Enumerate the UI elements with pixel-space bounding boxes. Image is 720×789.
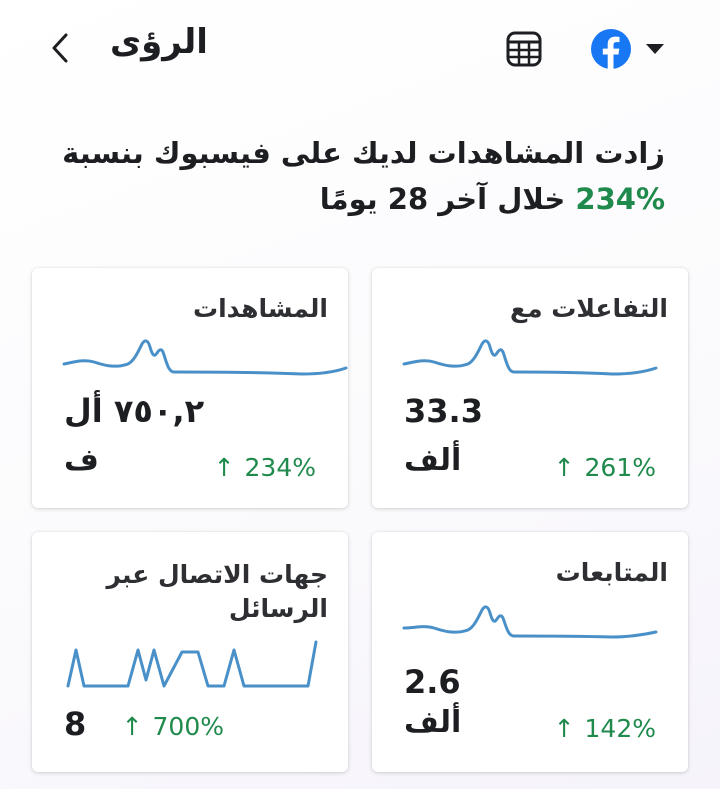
sparkline-message-contacts bbox=[66, 640, 318, 688]
summary-line-1: زادت المشاهدات لديك على فيسبوك بنسبة bbox=[62, 136, 665, 170]
summary-headline: زادت المشاهدات لديك على فيسبوك بنسبة 234… bbox=[40, 130, 665, 222]
metric-change: ↑ 700% bbox=[121, 712, 224, 741]
card-follows[interactable]: المتابعات 2.6 ألف ↑ 142% bbox=[372, 532, 688, 772]
metric-change: ↑ 261% bbox=[553, 453, 656, 482]
facebook-icon bbox=[591, 29, 631, 69]
arrow-up-icon: ↑ bbox=[121, 712, 143, 741]
card-views[interactable]: المشاهدات ٧٥٠,٢ أل ف ↑ 234% bbox=[32, 268, 348, 508]
metric-value: 8 bbox=[64, 705, 87, 743]
metric-unit: ألف bbox=[404, 443, 462, 478]
summary-line-2: 234% خلال آخر 28 يومًا bbox=[40, 176, 665, 222]
page-title: الرؤى bbox=[110, 22, 208, 62]
card-title: المتابعات bbox=[555, 558, 668, 587]
metric-value: 2.6 bbox=[404, 663, 461, 701]
metric-change: ↑ 234% bbox=[213, 453, 316, 482]
chevron-left-icon bbox=[52, 33, 68, 63]
table-icon bbox=[506, 31, 542, 67]
card-message-contacts[interactable]: جهات الاتصال عبر الرسائل 8 ↑ 700% bbox=[32, 532, 348, 772]
metric-unit: ف bbox=[64, 443, 99, 478]
caret-down-icon bbox=[646, 44, 664, 54]
arrow-up-icon: ↑ bbox=[553, 453, 575, 482]
arrow-up-icon: ↑ bbox=[553, 714, 575, 743]
card-title: جهات الاتصال عبر الرسائل bbox=[106, 560, 328, 623]
sparkline-interactions bbox=[402, 339, 658, 376]
card-title: المشاهدات bbox=[192, 294, 328, 323]
metric-change: ↑ 142% bbox=[553, 714, 656, 743]
card-interactions[interactable]: التفاعلات مع 33.3 ألف ↑ 261% bbox=[372, 268, 688, 508]
sparkline-follows bbox=[402, 605, 658, 639]
summary-period: خلال آخر 28 يومًا bbox=[319, 182, 566, 216]
card-title: التفاعلات مع bbox=[510, 294, 668, 323]
arrow-up-icon: ↑ bbox=[213, 453, 235, 482]
account-switcher[interactable] bbox=[590, 26, 670, 72]
metric-value: ٧٥٠,٢ أل bbox=[64, 392, 205, 430]
top-bar: الرؤى bbox=[0, 0, 720, 96]
summary-percent: 234% bbox=[575, 182, 665, 216]
metric-unit: ألف bbox=[404, 705, 462, 740]
table-view-button[interactable] bbox=[503, 28, 545, 70]
back-button[interactable] bbox=[42, 28, 78, 68]
metric-value: 33.3 bbox=[404, 392, 483, 430]
sparkline-views bbox=[62, 339, 348, 376]
